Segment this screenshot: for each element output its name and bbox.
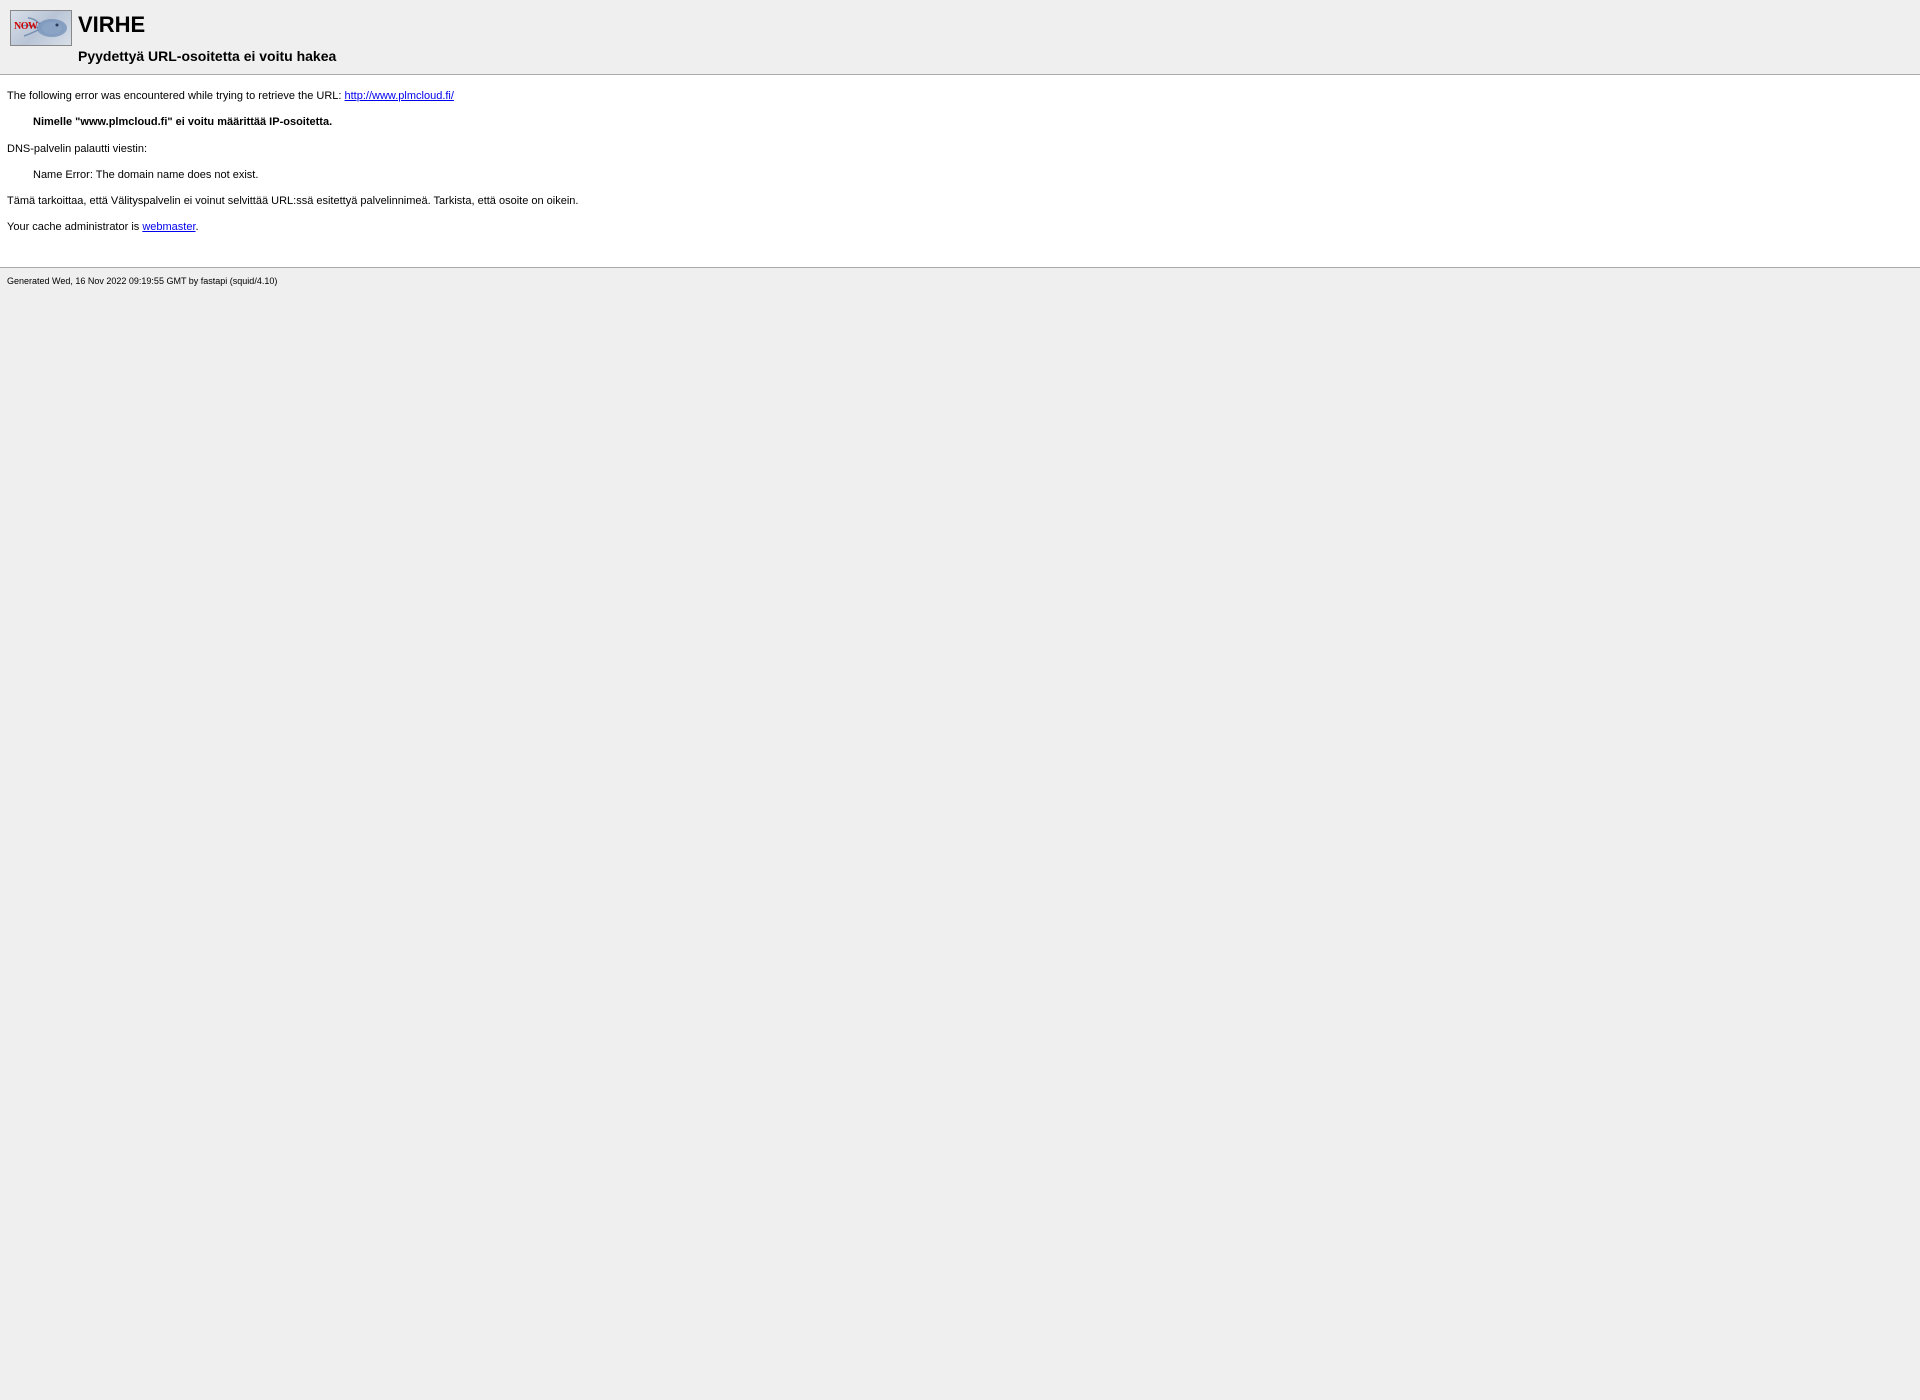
error-message: Nimelle "www.plmcloud.fi" ei voitu määri… <box>33 115 1920 129</box>
error-subtitle: Pyydettyä URL-osoitetta ei voitu hakea <box>78 48 336 64</box>
error-content: The following error was encountered whil… <box>0 75 1920 267</box>
error-title: VIRHE <box>78 12 336 38</box>
generated-timestamp: Generated Wed, 16 Nov 2022 09:19:55 GMT … <box>7 276 277 286</box>
intro-line: The following error was encountered whil… <box>7 89 1920 103</box>
page-footer: Generated Wed, 16 Nov 2022 09:19:55 GMT … <box>0 268 1920 286</box>
admin-prefix: Your cache administrator is <box>7 221 142 233</box>
webmaster-link[interactable]: webmaster <box>142 221 195 233</box>
page-header: NOW VIRHE Pyydettyä URL-osoitetta ei voi… <box>0 0 1920 74</box>
explanation-text: Tämä tarkoittaa, että Välityspalvelin ei… <box>7 194 1920 208</box>
admin-line: Your cache administrator is webmaster. <box>7 220 1920 234</box>
failed-url-link[interactable]: http://www.plmcloud.fi/ <box>345 90 454 102</box>
intro-text: The following error was encountered whil… <box>7 90 345 102</box>
logo-text: NOW <box>14 21 38 32</box>
admin-suffix: . <box>196 221 199 233</box>
header-text-block: VIRHE Pyydettyä URL-osoitetta ei voitu h… <box>78 10 336 64</box>
dns-error-text: Name Error: The domain name does not exi… <box>33 168 1920 182</box>
dns-label: DNS-palvelin palautti viestin: <box>7 142 1920 156</box>
squid-logo: NOW <box>10 10 72 46</box>
